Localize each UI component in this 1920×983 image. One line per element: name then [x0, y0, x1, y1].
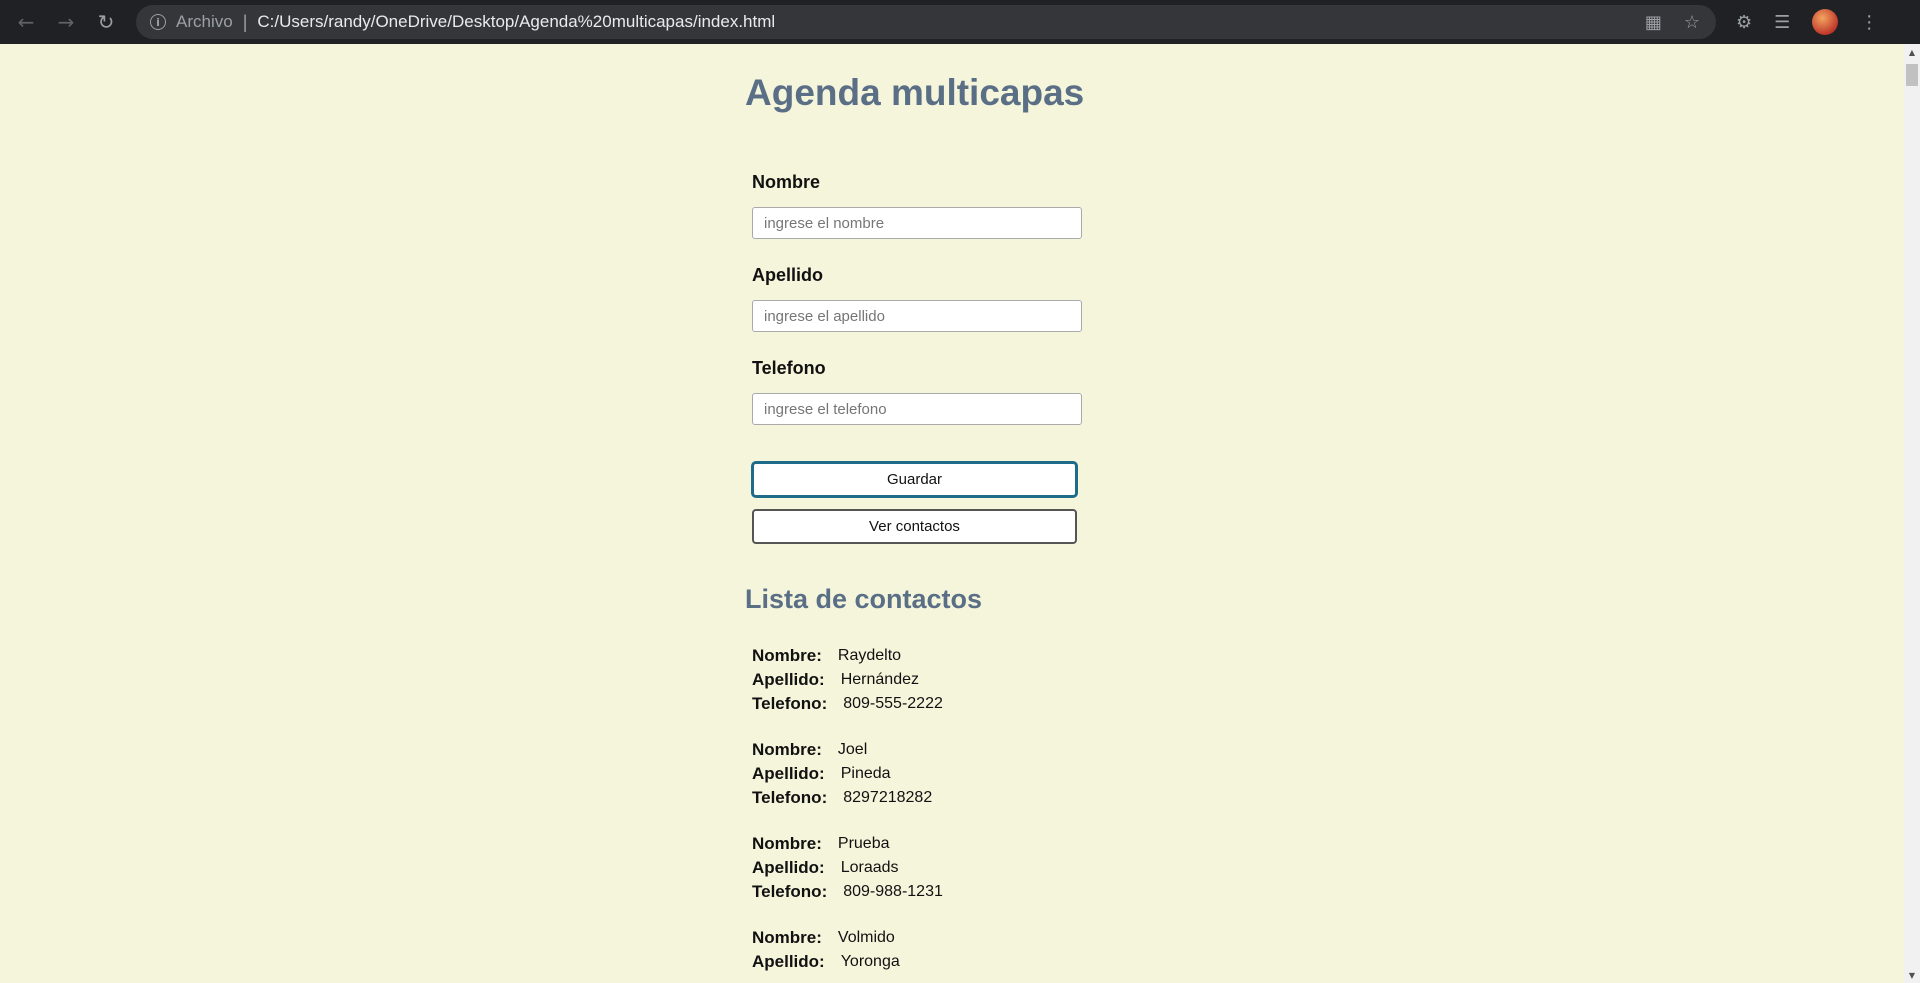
- browser-toolbar: ← → ↻ i Archivo | C:/Users/randy/OneDriv…: [0, 0, 1920, 44]
- contact-nombre: Prueba: [837, 835, 890, 852]
- contact-apellido: Yoronga: [840, 953, 900, 970]
- profile-avatar[interactable]: [1812, 9, 1839, 35]
- telefono-key: Telefono:: [752, 788, 828, 807]
- nombre-key: Nombre:: [752, 834, 822, 853]
- nombre-key: Nombre:: [752, 646, 822, 665]
- media-playlist-icon[interactable]: ☰: [1774, 12, 1790, 33]
- contacts-list-title: Lista de contactos: [745, 584, 983, 614]
- contact-item: Nombre: Prueba Apellido: Loraads Telefono:…: [752, 832, 943, 926]
- scheme-label: Archivo: [176, 12, 233, 31]
- apellido-key: Apellido:: [752, 858, 825, 877]
- scroll-up-icon[interactable]: ▲: [1904, 44, 1920, 60]
- apellido-key: Apellido:: [752, 670, 825, 689]
- apellido-label: Apellido: [752, 265, 823, 285]
- apellido-key: Apellido:: [752, 764, 825, 783]
- view-contacts-button[interactable]: Ver contactos: [752, 509, 1077, 544]
- contact-nombre: Raydelto: [837, 647, 902, 664]
- page-scrollbar[interactable]: ▲ ▼: [1904, 44, 1920, 983]
- url-text[interactable]: C:/Users/randy/OneDrive/Desktop/Agenda%2…: [257, 12, 775, 32]
- reload-icon[interactable]: ↻: [86, 0, 126, 44]
- scroll-down-icon[interactable]: ▼: [1904, 967, 1920, 983]
- address-separator: |: [242, 11, 248, 32]
- telefono-label: Telefono: [752, 358, 826, 378]
- contact-telefono: 809-555-2222: [843, 695, 943, 712]
- contact-nombre: Volmido: [837, 929, 895, 946]
- contact-telefono: 8297218282: [843, 789, 933, 806]
- page-title: Agenda multicapas: [745, 72, 1085, 113]
- telefono-key: Telefono:: [752, 882, 828, 901]
- menu-kebab-icon[interactable]: ⋮: [1860, 12, 1878, 33]
- translate-icon[interactable]: ▦: [1645, 12, 1662, 33]
- address-bar[interactable]: i Archivo | C:/Users/randy/OneDrive/Desk…: [136, 5, 1716, 39]
- contact-item: Nombre: Volmido Apellido: Yoronga: [752, 926, 943, 983]
- contacts-list: Nombre: Raydelto Apellido: Hernández Telef…: [752, 644, 943, 983]
- contact-item: Nombre: Joel Apellido: Pineda Telefono: 829…: [752, 738, 943, 832]
- forward-icon[interactable]: →: [46, 0, 86, 44]
- contact-telefono: 809-988-1231: [843, 883, 943, 900]
- contact-apellido: Hernández: [840, 671, 919, 688]
- back-icon[interactable]: ←: [6, 0, 46, 44]
- save-button[interactable]: Guardar: [752, 462, 1077, 497]
- contact-item: Nombre: Raydelto Apellido: Hernández Telef…: [752, 644, 943, 738]
- contact-nombre: Joel: [837, 741, 868, 758]
- nombre-key: Nombre:: [752, 928, 822, 947]
- star-icon[interactable]: ☆: [1684, 12, 1700, 33]
- info-icon[interactable]: i: [150, 14, 166, 30]
- nombre-label: Nombre: [752, 172, 821, 192]
- extensions-icon[interactable]: ⚙: [1736, 12, 1752, 33]
- apellido-input[interactable]: [752, 300, 1082, 332]
- apellido-key: Apellido:: [752, 952, 825, 971]
- nombre-key: Nombre:: [752, 740, 822, 759]
- contact-apellido: Loraads: [840, 859, 899, 876]
- page-content: Agenda multicapas Nombre Apellido Telefo…: [0, 44, 1904, 983]
- nombre-input[interactable]: [752, 207, 1082, 239]
- contact-apellido: Pineda: [840, 765, 891, 782]
- scrollbar-thumb[interactable]: [1906, 64, 1918, 86]
- telefono-key: Telefono:: [752, 694, 828, 713]
- telefono-input[interactable]: [752, 393, 1082, 425]
